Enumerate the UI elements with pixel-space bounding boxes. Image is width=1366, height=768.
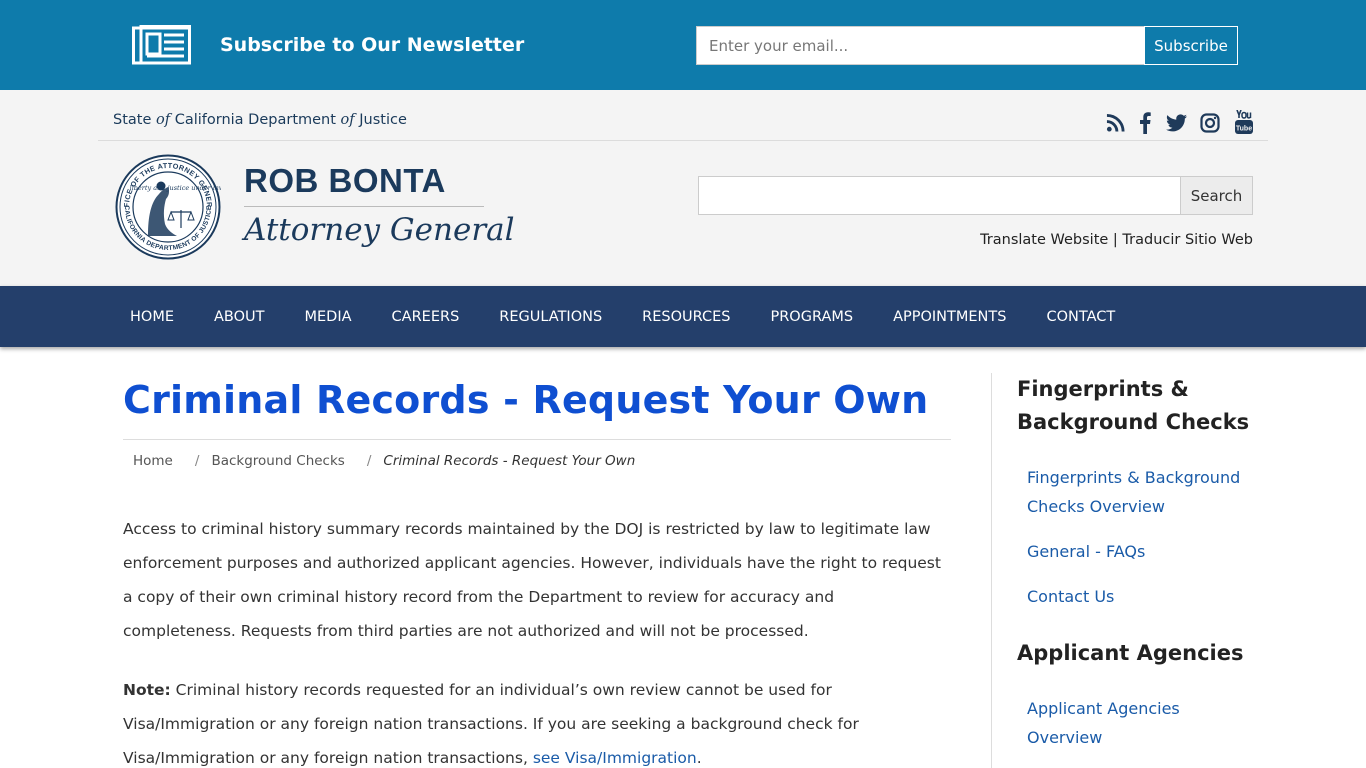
nav-item-regulations[interactable]: REGULATIONS bbox=[479, 286, 622, 347]
nav-item-about[interactable]: ABOUT bbox=[194, 286, 285, 347]
sidebar-link-contact-us[interactable]: Contact Us bbox=[1027, 582, 1114, 611]
department-tagline: State of California Department of Justic… bbox=[113, 112, 407, 128]
header-divider bbox=[98, 140, 1268, 141]
note-end: . bbox=[696, 749, 702, 767]
translate-links: Translate Website | Traducir Sitio Web bbox=[980, 232, 1253, 248]
sidebar-heading-line: Fingerprints & bbox=[1017, 377, 1189, 401]
main-content: Access to criminal history summary recor… bbox=[123, 512, 951, 768]
nav-item-programs[interactable]: PROGRAMS bbox=[750, 286, 873, 347]
sidebar-heading-fingerprints: Fingerprints & Background Checks bbox=[1017, 373, 1249, 439]
note-text: Criminal history records requested for a… bbox=[123, 681, 859, 767]
nav-item-appointments[interactable]: APPOINTMENTS bbox=[873, 286, 1026, 347]
nav-item-contact[interactable]: CONTACT bbox=[1026, 286, 1135, 347]
breadcrumb-background-checks[interactable]: Background Checks bbox=[211, 453, 344, 469]
sidebar-link-line: Fingerprints & Background bbox=[1027, 468, 1241, 487]
sidebar-link-line: Applicant Agencies bbox=[1027, 699, 1180, 718]
sidebar-heading-applicant-agencies: Applicant Agencies bbox=[1017, 641, 1244, 665]
tagline-department: California Department bbox=[170, 112, 341, 128]
sidebar-divider bbox=[991, 373, 992, 768]
attorney-general-title: Attorney General bbox=[244, 212, 515, 248]
breadcrumb-current: Criminal Records - Request Your Own bbox=[383, 453, 636, 469]
breadcrumb-separator: / bbox=[194, 453, 200, 469]
breadcrumb-separator: / bbox=[366, 453, 372, 469]
note-paragraph: Note: Criminal history records requested… bbox=[123, 673, 951, 768]
main-navigation: HOME ABOUT MEDIA CAREERS REGULATIONS RES… bbox=[0, 286, 1366, 347]
tagline-of: of bbox=[340, 112, 355, 128]
note-label: Note: bbox=[123, 681, 171, 699]
site-search-input[interactable] bbox=[698, 176, 1181, 215]
nav-item-media[interactable]: MEDIA bbox=[285, 286, 372, 347]
sidebar-link-applicant-agencies-overview[interactable]: Applicant Agencies Overview bbox=[1027, 694, 1180, 752]
intro-paragraph: Access to criminal history summary recor… bbox=[123, 520, 941, 640]
newsletter-email-input[interactable] bbox=[696, 26, 1145, 65]
tagline-state: State bbox=[113, 112, 156, 128]
youtube-icon[interactable]: Tube bbox=[1235, 110, 1253, 134]
attorney-general-name[interactable]: ROB BONTA bbox=[244, 162, 446, 200]
nav-item-careers[interactable]: CAREERS bbox=[372, 286, 480, 347]
subscribe-button[interactable]: Subscribe bbox=[1144, 26, 1238, 65]
svg-text:Tube: Tube bbox=[1236, 126, 1252, 133]
traducir-sitio-web-link[interactable]: Traducir Sitio Web bbox=[1122, 232, 1253, 248]
nav-list: HOME ABOUT MEDIA CAREERS REGULATIONS RES… bbox=[110, 286, 1135, 347]
newsletter-bar: Subscribe to Our Newsletter Subscribe bbox=[0, 0, 1366, 90]
rss-icon[interactable] bbox=[1106, 112, 1125, 134]
facebook-icon[interactable] bbox=[1138, 112, 1152, 134]
site-header: State of California Department of Justic… bbox=[0, 90, 1366, 286]
nav-item-resources[interactable]: RESOURCES bbox=[622, 286, 750, 347]
instagram-icon[interactable] bbox=[1200, 112, 1220, 134]
sidebar-heading-line: Background Checks bbox=[1017, 410, 1250, 434]
title-divider bbox=[244, 206, 484, 207]
attorney-general-seal-logo[interactable]: OFFICE OF THE ATTORNEY GENERAL CALIFORNI… bbox=[115, 154, 221, 260]
sidebar-link-fingerprints-overview[interactable]: Fingerprints & Background Checks Overvie… bbox=[1027, 463, 1240, 521]
visa-immigration-link[interactable]: see Visa/Immigration bbox=[533, 749, 697, 767]
newsletter-title: Subscribe to Our Newsletter bbox=[220, 34, 525, 56]
sidebar-link-line: Checks Overview bbox=[1027, 497, 1165, 516]
svg-text:liberty and justice under law: liberty and justice under law bbox=[130, 184, 221, 192]
translate-website-link[interactable]: Translate Website bbox=[980, 232, 1108, 248]
twitter-icon[interactable] bbox=[1166, 112, 1187, 134]
title-underline bbox=[123, 439, 951, 440]
newspaper-icon bbox=[132, 25, 191, 65]
breadcrumb: Home / Background Checks / Criminal Reco… bbox=[133, 453, 635, 469]
translate-separator: | bbox=[1108, 232, 1123, 248]
tagline-of: of bbox=[156, 112, 171, 128]
page-title: Criminal Records - Request Your Own bbox=[123, 378, 929, 422]
search-button[interactable]: Search bbox=[1180, 176, 1253, 215]
sidebar-link-line: Overview bbox=[1027, 728, 1103, 747]
nav-item-home[interactable]: HOME bbox=[110, 286, 194, 347]
tagline-justice: Justice bbox=[354, 112, 407, 128]
breadcrumb-home[interactable]: Home bbox=[133, 453, 173, 469]
sidebar-link-general-faqs[interactable]: General - FAQs bbox=[1027, 537, 1145, 566]
